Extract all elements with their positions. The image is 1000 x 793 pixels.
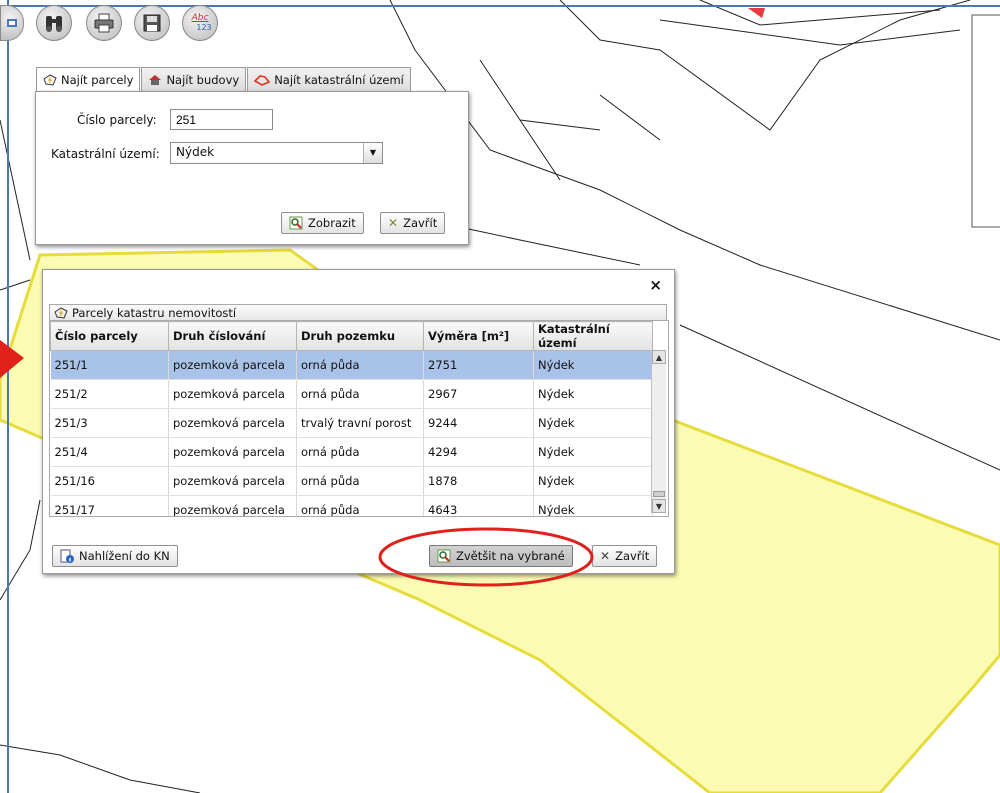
table-cell: pozemková parcela <box>168 495 297 516</box>
area-outline-icon <box>254 74 271 86</box>
cadastral-territory-value: Nýdek <box>176 145 215 159</box>
table-cell: orná půda <box>296 379 424 409</box>
tab-find-parcels[interactable]: Najít parcely <box>36 67 141 92</box>
table-cell: orná půda <box>296 437 424 467</box>
table-row[interactable]: 251/4 pozemková parcela orná půda 4294 N… <box>50 437 653 467</box>
results-scrollbar[interactable]: ▲ ▼ <box>651 350 666 513</box>
table-row[interactable]: 251/3 pozemková parcela trvalý travní po… <box>50 408 653 438</box>
house-icon <box>149 74 162 85</box>
table-cell: 4643 <box>423 495 534 516</box>
cadastre-view-button[interactable]: Nahlížení do KN <box>52 545 178 567</box>
show-button-label: Zobrazit <box>308 216 356 230</box>
column-header[interactable]: Druh číslování <box>168 321 297 351</box>
results-panel-title: Parcely katastru nemovitostí <box>72 305 237 320</box>
table-cell: 251/17 <box>50 495 169 516</box>
column-header[interactable]: Druh pozemku <box>296 321 424 351</box>
zoom-map-icon <box>289 216 303 230</box>
table-cell: 251/1 <box>50 350 169 380</box>
show-button[interactable]: Zobrazit <box>281 212 364 234</box>
tab-find-buildings-label: Najít budovy <box>166 72 240 87</box>
table-cell: pozemková parcela <box>168 350 297 380</box>
zoom-to-selected-label: Zvětšit na vybrané <box>456 549 565 563</box>
table-cell: 2751 <box>423 350 534 380</box>
table-cell: pozemková parcela <box>168 379 297 409</box>
search-close-button[interactable]: ✕ Zavřít <box>380 212 446 234</box>
parcel-number-label: Číslo parcely: <box>77 113 157 127</box>
tab-find-parcels-label: Najít parcely <box>61 73 134 87</box>
column-header[interactable]: Katastrální území <box>533 321 653 351</box>
table-cell: 4294 <box>423 437 534 467</box>
tab-find-cadastral-area-label: Najít katastrální území <box>274 72 404 87</box>
table-cell: Nýdek <box>533 466 653 496</box>
table-cell: 251/16 <box>50 466 169 496</box>
table-cell: Nýdek <box>533 408 653 438</box>
spellcheck-icon[interactable]: Abc 123 <box>182 5 218 41</box>
table-row[interactable]: 251/16 pozemková parcela orná půda 1878 … <box>50 466 653 496</box>
spellcheck-text-top: Abc <box>191 13 209 23</box>
table-row[interactable]: 251/17 pozemková parcela orná půda 4643 … <box>50 495 653 516</box>
table-cell: 2967 <box>423 379 534 409</box>
table-cell: orná půda <box>296 466 424 496</box>
table-cell: 1878 <box>423 466 534 496</box>
cadastre-view-label: Nahlížení do KN <box>79 549 170 563</box>
table-cell: pozemková parcela <box>168 437 297 467</box>
table-cell: orná půda <box>296 350 424 380</box>
table-cell: 9244 <box>423 408 534 438</box>
tab-find-buildings[interactable]: Najít budovy <box>141 67 247 91</box>
table-cell: pozemková parcela <box>168 466 297 496</box>
binoculars-icon[interactable] <box>36 5 72 41</box>
scroll-down-icon[interactable]: ▼ <box>652 499 666 513</box>
table-cell: Nýdek <box>533 379 653 409</box>
search-tabs: Najít parcely Najít budovy Najít katastr… <box>36 67 412 92</box>
results-close-label: Zavřít <box>615 549 650 563</box>
table-cell: orná půda <box>296 495 424 516</box>
parcel-icon <box>43 74 57 86</box>
close-icon: ✕ <box>600 549 611 563</box>
cadastral-territory-select[interactable]: Nýdek ▼ <box>170 142 383 164</box>
table-cell: trvalý travní porost <box>296 408 424 438</box>
printer-icon[interactable] <box>86 5 122 41</box>
table-cell: Nýdek <box>533 350 653 380</box>
spellcheck-text-bottom: 123 <box>196 23 212 32</box>
table-cell: Nýdek <box>533 495 653 516</box>
tab-find-cadastral-area[interactable]: Najít katastrální území <box>247 67 411 91</box>
search-panel: Číslo parcely: Katastrální území: Nýdek … <box>35 91 469 245</box>
results-panel-header: Parcely katastru nemovitostí <box>49 304 667 320</box>
results-close-button[interactable]: ✕ Zavřít <box>592 545 658 567</box>
scroll-up-icon[interactable]: ▲ <box>652 350 666 364</box>
search-close-label: Zavřít <box>403 216 438 230</box>
scroll-thumb[interactable] <box>653 491 665 497</box>
parcel-icon <box>54 306 68 319</box>
table-cell: Nýdek <box>533 437 653 467</box>
dialog-close-icon[interactable]: × <box>649 276 662 294</box>
chevron-down-icon[interactable]: ▼ <box>363 143 382 163</box>
info-document-icon <box>60 549 74 563</box>
zoom-map-icon <box>437 549 451 563</box>
results-grid: Číslo parcely Druh číslování Druh pozemk… <box>49 320 669 517</box>
column-header[interactable]: Výměra [m²] <box>423 321 534 351</box>
table-cell: 251/4 <box>50 437 169 467</box>
table-cell: 251/2 <box>50 379 169 409</box>
table-header: Číslo parcely Druh číslování Druh pozemk… <box>50 321 653 351</box>
table-cell: 251/3 <box>50 408 169 438</box>
zoom-to-selected-button[interactable]: Zvětšit na vybrané <box>429 545 573 567</box>
column-header[interactable]: Číslo parcely <box>50 321 169 351</box>
results-dialog: × Parcely katastru nemovitostí Číslo par… <box>42 269 675 574</box>
table-row[interactable]: 251/1 pozemková parcela orná půda 2751 N… <box>50 350 653 380</box>
floppy-icon[interactable] <box>134 5 170 41</box>
table-row[interactable]: 251/2 pozemková parcela orná půda 2967 N… <box>50 379 653 409</box>
results-table: Číslo parcely Druh číslování Druh pozemk… <box>50 321 653 516</box>
parcel-number-input[interactable] <box>170 109 273 130</box>
close-icon: ✕ <box>388 216 399 230</box>
table-cell: pozemková parcela <box>168 408 297 438</box>
cadastral-territory-label: Katastrální území: <box>51 147 160 161</box>
